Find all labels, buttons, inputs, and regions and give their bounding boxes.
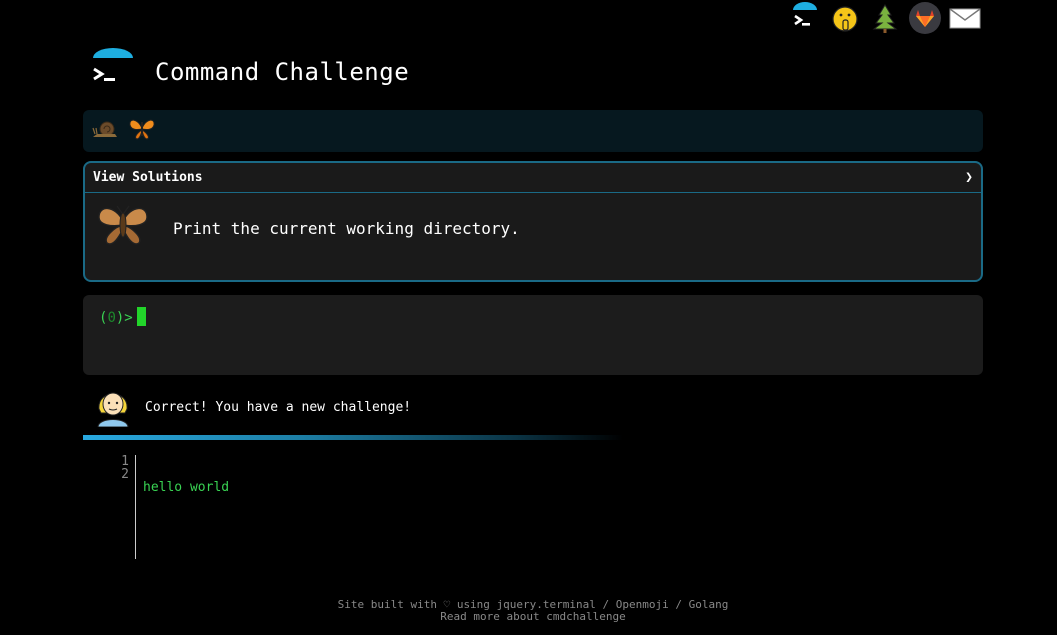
terminal[interactable]: (0)> bbox=[83, 295, 983, 375]
footer-separator: / bbox=[668, 598, 689, 611]
snail-icon bbox=[91, 118, 119, 144]
hint-icon[interactable] bbox=[829, 2, 861, 34]
gitlab-icon[interactable] bbox=[909, 2, 941, 34]
woman-avatar-icon bbox=[95, 383, 131, 431]
output-panel: 1 2 hello world bbox=[111, 455, 229, 559]
tree-icon[interactable] bbox=[869, 2, 901, 34]
line-number: 2 bbox=[121, 467, 129, 482]
line-numbers: 1 2 bbox=[111, 455, 136, 559]
butterfly-icon bbox=[127, 116, 157, 146]
logo-icon bbox=[89, 48, 137, 96]
view-solutions-toggle[interactable]: View Solutions ❯ bbox=[85, 163, 981, 193]
challenge-description: Print the current working directory. bbox=[173, 218, 520, 238]
email-icon[interactable] bbox=[949, 2, 981, 34]
progress-bar bbox=[83, 435, 623, 440]
page-title: Command Challenge bbox=[155, 58, 410, 86]
view-solutions-label: View Solutions bbox=[93, 170, 203, 185]
chevron-right-icon: ❯ bbox=[965, 170, 973, 185]
moth-icon bbox=[95, 203, 151, 253]
challenge-panel: View Solutions ❯ Print the current worki… bbox=[83, 161, 983, 282]
prompt-number: 0 bbox=[107, 310, 116, 326]
cmdchallenge-icon[interactable] bbox=[789, 2, 821, 34]
footer: Site built with ♡ using jquery.terminal … bbox=[0, 599, 1057, 623]
prompt-close: )> bbox=[115, 310, 133, 326]
challenge-body: Print the current working directory. bbox=[85, 193, 981, 263]
page-header: Command Challenge bbox=[89, 48, 409, 96]
read-more-link[interactable]: Read more about cmdchallenge bbox=[440, 610, 625, 623]
output-line: hello world bbox=[143, 480, 230, 495]
feedback-row: Correct! You have a new challenge! bbox=[95, 383, 411, 431]
golang-link[interactable]: Golang bbox=[689, 598, 729, 611]
terminal-cursor[interactable] bbox=[136, 307, 146, 326]
feedback-message: Correct! You have a new challenge! bbox=[145, 399, 412, 415]
top-icon-bar bbox=[789, 2, 981, 34]
terminal-prompt: (0)> bbox=[99, 310, 133, 326]
output-lines: hello world bbox=[136, 455, 229, 559]
badge-bar bbox=[83, 110, 983, 152]
